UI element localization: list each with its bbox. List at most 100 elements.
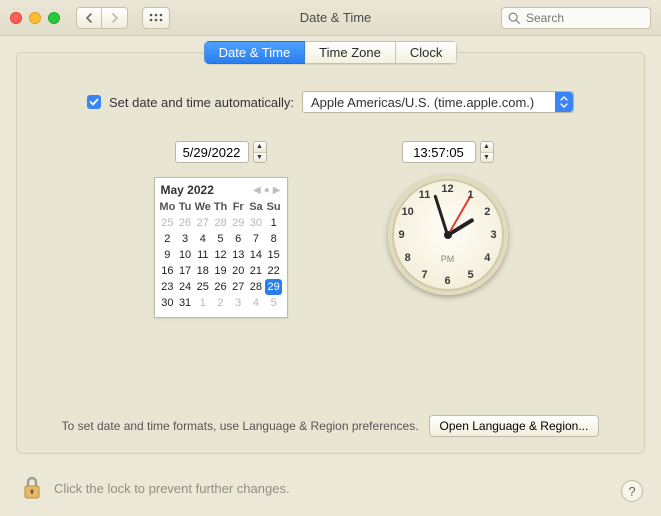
- calendar-day[interactable]: 18: [194, 263, 212, 279]
- calendar-today[interactable]: ●: [264, 185, 270, 196]
- clock-numeral: 10: [402, 206, 414, 218]
- preferences-panel: Date & Time Time Zone Clock Set date and…: [16, 52, 645, 454]
- calendar-dow: Th: [212, 199, 230, 215]
- calendar-day[interactable]: 16: [159, 263, 177, 279]
- tab-date-time[interactable]: Date & Time: [204, 41, 306, 64]
- date-field[interactable]: [175, 141, 249, 163]
- clock-numeral: 3: [490, 229, 496, 241]
- calendar-day[interactable]: 5: [265, 295, 283, 311]
- open-language-region-button[interactable]: Open Language & Region...: [429, 415, 600, 437]
- clock-numeral: 9: [398, 229, 404, 241]
- calendar-day[interactable]: 12: [212, 247, 230, 263]
- calendar-day[interactable]: 2: [212, 295, 230, 311]
- calendar-day[interactable]: 3: [229, 295, 247, 311]
- calendar-day[interactable]: 5: [212, 231, 230, 247]
- lock-hint: Click the lock to prevent further change…: [54, 481, 290, 496]
- calendar-day[interactable]: 27: [194, 215, 212, 231]
- calendar-day[interactable]: 17: [176, 263, 194, 279]
- date-stepper: ▲ ▼: [175, 141, 267, 163]
- calendar-day[interactable]: 26: [176, 215, 194, 231]
- calendar-day[interactable]: 11: [194, 247, 212, 263]
- calendar-day[interactable]: 28: [212, 215, 230, 231]
- lock-icon[interactable]: [20, 474, 44, 502]
- calendar-dow: Mo: [159, 199, 177, 215]
- calendar-day[interactable]: 4: [247, 295, 265, 311]
- calendar-next-month[interactable]: ▶: [273, 185, 281, 196]
- search-icon: [507, 11, 521, 25]
- search-input[interactable]: [501, 7, 651, 29]
- check-icon: [89, 97, 99, 107]
- calendar-day[interactable]: 1: [265, 215, 283, 231]
- calendar-dow: Fr: [229, 199, 247, 215]
- calendar-day[interactable]: 26: [212, 279, 230, 295]
- clock-numeral: 5: [467, 269, 473, 281]
- time-step-up[interactable]: ▲: [481, 142, 493, 153]
- auto-set-label: Set date and time automatically:: [109, 95, 294, 110]
- calendar-day[interactable]: 27: [229, 279, 247, 295]
- calendar-day[interactable]: 23: [159, 279, 177, 295]
- calendar-day[interactable]: 8: [265, 231, 283, 247]
- zoom-window-button[interactable]: [48, 12, 60, 24]
- calendar-day[interactable]: 25: [159, 215, 177, 231]
- footer-hint: To set date and time formats, use Langua…: [62, 419, 419, 433]
- calendar-prev-month[interactable]: ◀: [253, 185, 261, 196]
- minute-hand: [433, 194, 448, 235]
- calendar-day[interactable]: 1: [194, 295, 212, 311]
- calendar-day[interactable]: 22: [265, 263, 283, 279]
- auto-set-checkbox[interactable]: [87, 95, 101, 109]
- calendar-day[interactable]: 3: [176, 231, 194, 247]
- clock-ampm: PM: [441, 254, 455, 264]
- clock-pin: [444, 231, 452, 239]
- minimize-window-button[interactable]: [29, 12, 41, 24]
- calendar-day[interactable]: 15: [265, 247, 283, 263]
- calendar-dow: Tu: [176, 199, 194, 215]
- clock-numeral: 2: [484, 206, 490, 218]
- clock-numeral: 8: [405, 252, 411, 264]
- tab-switcher: Date & Time Time Zone Clock: [204, 41, 458, 64]
- calendar-dow: Sa: [247, 199, 265, 215]
- date-step-up[interactable]: ▲: [254, 142, 266, 153]
- calendar-day[interactable]: 9: [159, 247, 177, 263]
- forward-button[interactable]: [102, 7, 128, 29]
- calendar-day[interactable]: 6: [229, 231, 247, 247]
- calendar-day[interactable]: 19: [212, 263, 230, 279]
- clock-numeral: 11: [419, 189, 431, 201]
- calendar-day[interactable]: 21: [247, 263, 265, 279]
- calendar: May 2022 ◀ ● ▶ MoTuWeThFrSaSu25262728293…: [154, 177, 288, 318]
- analog-clock[interactable]: PM 123456789101112: [388, 175, 508, 295]
- help-button[interactable]: ?: [621, 480, 643, 502]
- clock-numeral: 1: [467, 189, 473, 201]
- tab-time-zone[interactable]: Time Zone: [305, 41, 396, 64]
- date-step-down[interactable]: ▼: [254, 153, 266, 163]
- time-step-down[interactable]: ▼: [481, 153, 493, 163]
- calendar-day[interactable]: 29: [265, 279, 283, 295]
- time-field[interactable]: [402, 141, 476, 163]
- tab-clock[interactable]: Clock: [396, 41, 458, 64]
- calendar-day[interactable]: 31: [176, 295, 194, 311]
- calendar-day[interactable]: 14: [247, 247, 265, 263]
- calendar-dow: Su: [265, 199, 283, 215]
- clock-numeral: 7: [421, 269, 427, 281]
- show-all-prefs-button[interactable]: [142, 7, 170, 29]
- calendar-day[interactable]: 20: [229, 263, 247, 279]
- clock-numeral: 4: [484, 252, 490, 264]
- time-server-select[interactable]: Apple Americas/U.S. (time.apple.com.): [302, 91, 574, 113]
- calendar-day[interactable]: 30: [247, 215, 265, 231]
- calendar-day[interactable]: 25: [194, 279, 212, 295]
- calendar-day[interactable]: 4: [194, 231, 212, 247]
- grid-icon: [149, 13, 163, 23]
- calendar-day[interactable]: 10: [176, 247, 194, 263]
- calendar-day[interactable]: 7: [247, 231, 265, 247]
- calendar-dow: We: [194, 199, 212, 215]
- calendar-month-title: May 2022: [161, 183, 214, 197]
- calendar-day[interactable]: 13: [229, 247, 247, 263]
- time-stepper: ▲ ▼: [402, 141, 494, 163]
- time-server-value: Apple Americas/U.S. (time.apple.com.): [311, 95, 534, 110]
- calendar-day[interactable]: 24: [176, 279, 194, 295]
- back-button[interactable]: [76, 7, 102, 29]
- calendar-day[interactable]: 29: [229, 215, 247, 231]
- calendar-day[interactable]: 2: [159, 231, 177, 247]
- calendar-day[interactable]: 28: [247, 279, 265, 295]
- close-window-button[interactable]: [10, 12, 22, 24]
- calendar-day[interactable]: 30: [159, 295, 177, 311]
